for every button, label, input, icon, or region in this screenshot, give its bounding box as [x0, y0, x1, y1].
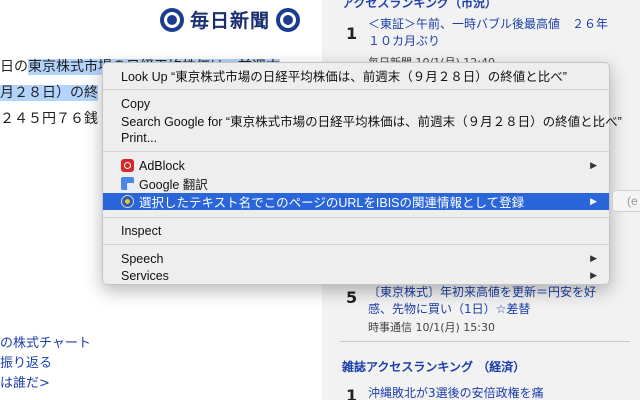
ibis-submenu[interactable]: (e	[612, 190, 640, 212]
menu-item-label: AdBlock	[139, 158, 185, 173]
menu-item-print[interactable]: Print...	[103, 129, 609, 146]
menu-item-label: 選択したテキスト名でこのページのURLをIBISの関連情報として登録	[139, 196, 525, 210]
menu-item-label: Search Google for “東京株式市場の日経平均株価は、前週末（９月…	[121, 115, 622, 129]
magazine-ranking-heading[interactable]: 雑誌アクセスランキング （経済）	[342, 358, 525, 375]
menu-item-label: Copy	[121, 96, 151, 111]
link-stock-chart[interactable]: の株式チャート	[0, 334, 91, 354]
google-translate-icon	[121, 177, 134, 190]
article-links: の株式チャート 振り返る は誰だ> ...	[0, 334, 91, 400]
rank-item-title[interactable]: 沖縄敗北が3選後の安倍政権を痛	[368, 385, 616, 400]
masthead-title: 毎日新聞	[190, 10, 271, 32]
menu-item-speech[interactable]: Speech ▶	[103, 250, 609, 267]
menu-item-label: Inspect	[121, 223, 162, 238]
divider	[340, 341, 630, 342]
article-line-3: ２４５円７６銭	[0, 111, 98, 127]
rank-number: 1	[346, 24, 358, 43]
menu-item-copy[interactable]: Copy	[103, 95, 609, 112]
adblock-icon	[121, 159, 134, 172]
menu-item-ibis-register[interactable]: 選択したテキスト名でこのページのURLをIBISの関連情報として登録 ▶	[103, 193, 609, 210]
rank-item-title[interactable]: ＜東証＞午前、一時バブル後最高値 ２６年１０カ月ぶり	[368, 16, 616, 50]
menu-separator	[103, 217, 609, 218]
rank-item-title[interactable]: 〔東京株式〕年初来高値を更新＝円安を好感、先物に買い（1日）☆差替	[368, 284, 616, 318]
menu-item-services[interactable]: Services ▶	[103, 267, 609, 284]
rank-number: 5	[346, 288, 358, 307]
submenu-arrow-icon: ▶	[590, 270, 597, 280]
submenu-arrow-icon: ▶	[590, 253, 597, 263]
menu-item-adblock[interactable]: AdBlock ▶	[103, 157, 609, 174]
masthead[interactable]: 毎日新聞	[160, 6, 301, 33]
link-who[interactable]: は誰だ>	[0, 374, 91, 394]
link-more[interactable]: ...	[0, 394, 91, 400]
menu-item-label: Google 翻訳	[139, 178, 208, 192]
menu-item-label: Print...	[121, 130, 158, 145]
context-menu: Look Up “東京株式市場の日経平均株価は、前週末（９月２８日）の終値と比べ…	[102, 62, 622, 285]
article-text: 日の	[0, 59, 28, 75]
mainichi-logo-icon-right	[276, 7, 301, 32]
submenu-arrow-icon: ▶	[590, 160, 597, 170]
rank-number: 1	[346, 386, 358, 400]
menu-item-label: Services	[121, 268, 169, 283]
menu-separator	[103, 151, 609, 152]
ibis-icon	[121, 195, 134, 208]
menu-item-search-google[interactable]: Search Google for “東京株式市場の日経平均株価は、前週末（９月…	[103, 112, 622, 129]
submenu-arrow-icon: ▶	[590, 196, 597, 206]
menu-separator	[103, 89, 609, 90]
ranking-heading[interactable]: アクセスランキング（市況）	[342, 0, 497, 11]
menu-item-label: Look Up “東京株式市場の日経平均株価は、前週末（９月２８日）の終値と比べ…	[121, 70, 567, 84]
mainichi-logo-icon	[160, 7, 184, 32]
link-review[interactable]: 振り返る	[0, 354, 91, 374]
selected-text-2: 月２８日）の終	[0, 85, 98, 101]
menu-item-google-translate[interactable]: Google 翻訳	[103, 175, 609, 192]
article-line-2: 月２８日）の終	[0, 84, 98, 102]
menu-item-label: Speech	[121, 251, 164, 266]
rank-item-meta: 時事通信 10/1(月) 15:30	[368, 321, 495, 334]
menu-item-look-up[interactable]: Look Up “東京株式市場の日経平均株価は、前週末（９月２８日）の終値と比べ…	[103, 67, 609, 84]
menu-item-inspect[interactable]: Inspect	[103, 222, 609, 239]
menu-separator	[103, 244, 609, 245]
